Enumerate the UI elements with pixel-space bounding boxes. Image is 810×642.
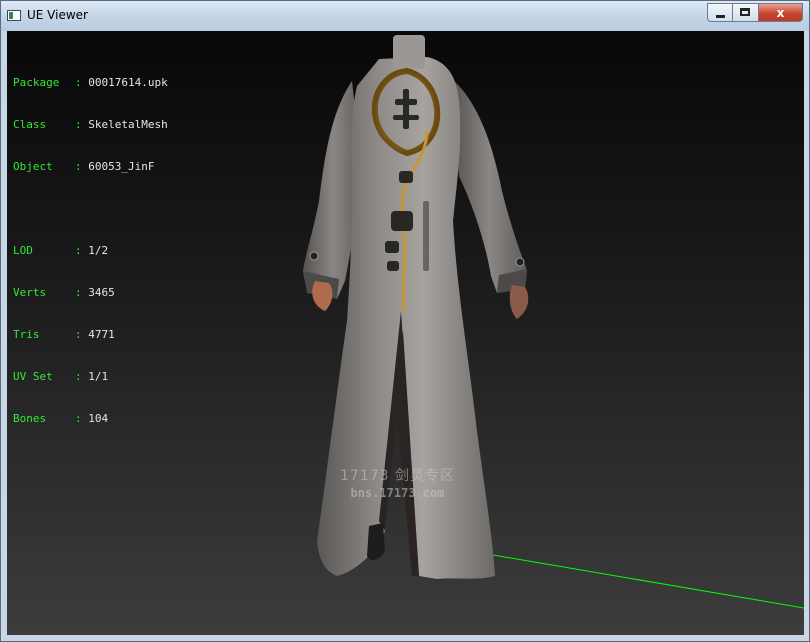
info-row-tris: Tris: 4771 bbox=[13, 328, 168, 342]
left-hand bbox=[312, 281, 333, 311]
info-label: Bones bbox=[13, 412, 47, 425]
info-separator: : bbox=[75, 160, 89, 173]
title-bar[interactable]: UE Viewer x bbox=[1, 1, 809, 31]
maximize-button[interactable] bbox=[733, 3, 759, 22]
info-separator: : bbox=[75, 370, 89, 383]
info-value: 1/2 bbox=[88, 244, 109, 257]
info-value: 4771 bbox=[88, 328, 115, 341]
close-icon: x bbox=[776, 5, 785, 20]
info-separator: : bbox=[75, 412, 89, 425]
right-hand bbox=[509, 285, 529, 319]
info-separator: : bbox=[75, 244, 89, 257]
info-value: 00017614.upk bbox=[88, 76, 168, 89]
info-label: Class bbox=[13, 118, 47, 131]
info-separator: : bbox=[75, 118, 89, 131]
app-window: UE Viewer x Package: 00017614.upk Class… bbox=[0, 0, 810, 642]
info-value: 3465 bbox=[88, 286, 115, 299]
mesh-info-panel: Package: 00017614.upk Class: SkeletalMes… bbox=[13, 48, 168, 454]
left-shoe bbox=[367, 523, 385, 561]
info-label: Tris bbox=[13, 328, 40, 341]
info-row-object: Object: 60053_JinF bbox=[13, 160, 168, 174]
info-label: Object bbox=[13, 160, 53, 173]
info-label: Verts bbox=[13, 286, 47, 299]
info-separator: : bbox=[75, 328, 89, 341]
info-value: 60053_JinF bbox=[88, 160, 155, 173]
left-cuff-button bbox=[309, 251, 319, 261]
info-label: UV Set bbox=[13, 370, 53, 383]
info-value: SkeletalMesh bbox=[88, 118, 168, 131]
info-row-lod: LOD: 1/2 bbox=[13, 244, 168, 258]
info-value: 1/1 bbox=[88, 370, 109, 383]
info-row-bones: Bones: 104 bbox=[13, 412, 168, 426]
minimize-button[interactable] bbox=[707, 3, 733, 22]
info-label: Package bbox=[13, 76, 60, 89]
info-label: LOD bbox=[13, 244, 33, 257]
info-gap bbox=[13, 202, 168, 216]
watermark: 17173 剑灵专区 bns.17173.com bbox=[340, 465, 455, 500]
right-cuff-button bbox=[515, 257, 525, 267]
watermark-line-2: bns.17173.com bbox=[350, 486, 445, 500]
watermark-line-1: 17173 剑灵专区 bbox=[340, 468, 455, 484]
close-button[interactable]: x bbox=[759, 3, 803, 22]
maximize-icon bbox=[740, 8, 750, 16]
info-row-class: Class: SkeletalMesh bbox=[13, 118, 168, 132]
info-row-uvset: UV Set: 1/1 bbox=[13, 370, 168, 384]
3d-viewport[interactable]: Package: 00017614.upk Class: SkeletalMes… bbox=[7, 31, 804, 635]
info-separator: : bbox=[75, 286, 89, 299]
info-row-package: Package: 00017614.upk bbox=[13, 76, 168, 90]
info-separator: : bbox=[75, 76, 89, 89]
info-value: 104 bbox=[88, 412, 109, 425]
window-title: UE Viewer bbox=[27, 8, 88, 22]
caption-buttons: x bbox=[707, 3, 803, 23]
minimize-icon bbox=[716, 15, 725, 18]
info-row-verts: Verts: 3465 bbox=[13, 286, 168, 300]
collar bbox=[393, 35, 425, 69]
app-icon bbox=[7, 10, 21, 21]
